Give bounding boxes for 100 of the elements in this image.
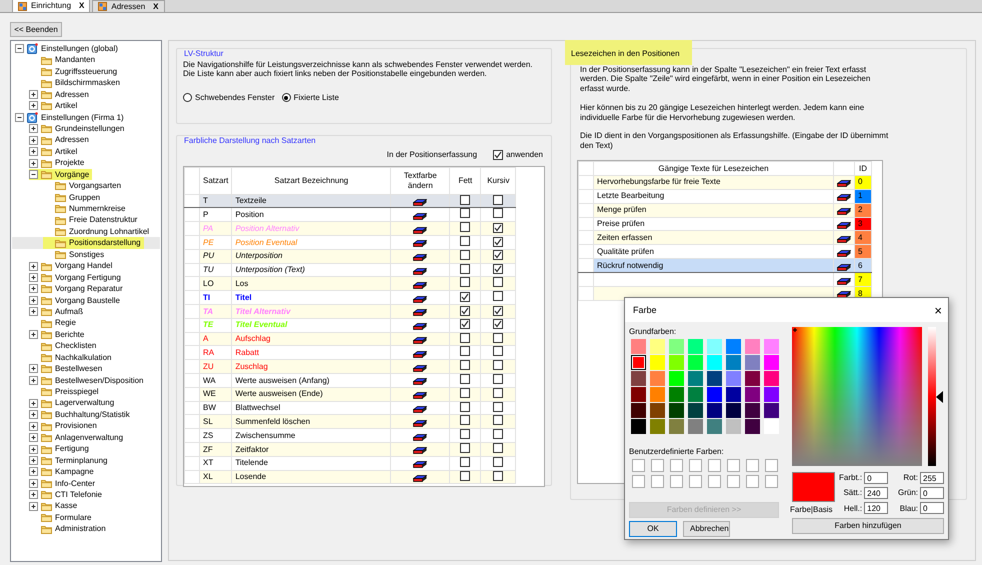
color-swatch[interactable] — [669, 418, 684, 434]
table-row[interactable]: Rückruf notwendig 6 — [578, 258, 872, 273]
checkbox[interactable] — [493, 388, 504, 398]
color-swatch[interactable] — [745, 402, 760, 418]
checkbox[interactable] — [493, 208, 504, 218]
tree-item[interactable]: Terminplanung — [12, 454, 160, 466]
checkbox[interactable] — [493, 360, 504, 370]
checkbox[interactable] — [493, 236, 504, 247]
color-swatch[interactable] — [688, 370, 703, 386]
tree-item[interactable]: Fertigung — [12, 443, 160, 455]
color-swatch[interactable] — [669, 338, 684, 354]
tree-item[interactable]: Artikel — [12, 146, 160, 158]
custom-color-slot[interactable] — [651, 475, 664, 488]
checkbox[interactable] — [493, 264, 504, 274]
tree-item[interactable]: Regie — [12, 318, 160, 329]
color-swatch[interactable] — [650, 402, 665, 418]
checkbox[interactable] — [493, 402, 504, 412]
tree-item[interactable]: Grundeinstellungen — [12, 123, 160, 134]
custom-color-slot[interactable] — [708, 459, 721, 472]
checkbox[interactable] — [493, 374, 504, 384]
color-swatch[interactable] — [726, 386, 741, 402]
checkbox[interactable] — [460, 222, 470, 232]
color-swatch[interactable] — [745, 418, 760, 434]
color-swatch[interactable] — [707, 386, 722, 402]
tree-item[interactable]: Artikel — [12, 100, 160, 112]
color-swatch[interactable] — [726, 354, 741, 370]
custom-color-slot[interactable] — [689, 475, 702, 488]
table-row[interactable]: A Aufschlag — [184, 332, 516, 346]
close-button[interactable]: X — [153, 2, 159, 12]
table-row[interactable]: LO Los — [184, 276, 516, 291]
tree-item[interactable]: Zugriffssteuerung — [12, 66, 160, 78]
custom-color-slot[interactable] — [727, 475, 740, 488]
color-swatch[interactable] — [764, 338, 779, 354]
color-swatch[interactable] — [669, 402, 684, 418]
table-row[interactable]: XT Titelende — [184, 456, 516, 470]
tree-item[interactable]: Provisionen — [12, 420, 160, 432]
checkbox[interactable] — [460, 292, 470, 302]
input-field[interactable]: 0 — [920, 502, 944, 514]
table-row[interactable]: T Textzeile — [184, 194, 516, 208]
tree-item[interactable]: Freie Datenstruktur — [12, 214, 160, 226]
close-button[interactable]: × — [934, 304, 942, 316]
input-field[interactable]: 0 — [864, 472, 888, 484]
checkbox[interactable] — [493, 319, 504, 330]
checkbox[interactable] — [460, 319, 470, 330]
checkbox[interactable] — [493, 278, 504, 288]
color-swatch[interactable] — [688, 354, 703, 370]
back-button[interactable]: << Beenden — [10, 22, 62, 37]
color-swatch[interactable] — [745, 386, 760, 402]
color-swatch[interactable] — [631, 386, 646, 402]
checkbox[interactable] — [460, 360, 470, 370]
checkbox-option[interactable]: anwenden — [493, 150, 543, 160]
color-swatch[interactable] — [726, 402, 741, 418]
tree-item[interactable]: Lagerverwaltung — [12, 398, 160, 409]
tree-item[interactable]: Formulare — [12, 512, 160, 524]
input-field[interactable]: 120 — [864, 502, 888, 514]
color-swatch[interactable] — [764, 402, 779, 418]
tree-item[interactable]: Vorgang Baustelle — [12, 294, 160, 306]
tree-item[interactable]: Vorgänge — [12, 168, 160, 180]
table-row[interactable]: Hervorhebungsfarbe für freie Texte 0 — [578, 175, 872, 190]
input-field[interactable]: 255 — [920, 472, 944, 484]
table-row[interactable]: Letzte Bearbeitung 1 — [578, 189, 872, 204]
color-swatch[interactable] — [745, 338, 760, 354]
tree-item[interactable]: Kasse — [12, 500, 160, 512]
checkbox[interactable] — [460, 278, 470, 288]
checkbox[interactable] — [460, 306, 470, 316]
luminance-slider[interactable] — [926, 327, 942, 466]
tree-item[interactable]: Gruppen — [12, 192, 160, 204]
custom-color-slot[interactable] — [708, 475, 721, 488]
checkbox[interactable] — [460, 388, 470, 398]
tree-item[interactable]: CTI Telefonie — [12, 489, 160, 500]
checkbox[interactable] — [493, 150, 504, 160]
color-swatch[interactable] — [650, 354, 665, 370]
tree-item[interactable]: Bildschirmmasken — [12, 77, 160, 89]
color-swatch[interactable] — [745, 354, 760, 370]
checkbox[interactable] — [493, 333, 504, 343]
color-swatch[interactable] — [650, 386, 665, 402]
tree-item[interactable]: Vorgang Handel — [12, 260, 160, 272]
tree-item[interactable]: Einstellungen (Firma 1) — [12, 112, 160, 124]
tab[interactable]: Einrichtung X — [12, 0, 90, 12]
color-swatch[interactable] — [688, 402, 703, 418]
color-swatch[interactable] — [631, 370, 646, 386]
custom-color-slot[interactable] — [746, 459, 759, 472]
color-swatch[interactable] — [726, 418, 741, 434]
table-row[interactable]: TI Titel — [184, 290, 516, 304]
custom-color-slot[interactable] — [746, 475, 759, 488]
color-swatch[interactable] — [650, 370, 665, 386]
custom-color-slot[interactable] — [632, 475, 645, 488]
tree-item[interactable]: Preisspiegel — [12, 386, 160, 398]
tree-item[interactable]: Mandanten — [12, 54, 160, 66]
color-swatch[interactable] — [688, 338, 703, 354]
table-row[interactable]: ZF Zeitfaktor — [184, 442, 516, 456]
color-swatch[interactable] — [707, 418, 722, 434]
table-row[interactable]: ZS Zwischensumme — [184, 428, 516, 442]
color-swatch[interactable] — [764, 418, 779, 434]
table-row[interactable]: ZU Zuschlag — [184, 360, 516, 374]
color-swatch[interactable] — [631, 418, 646, 434]
checkbox[interactable] — [493, 471, 504, 481]
custom-color-slot[interactable] — [651, 459, 664, 472]
tree-item[interactable]: Einstellungen (global) — [12, 43, 160, 54]
close-button[interactable]: X — [79, 1, 84, 11]
